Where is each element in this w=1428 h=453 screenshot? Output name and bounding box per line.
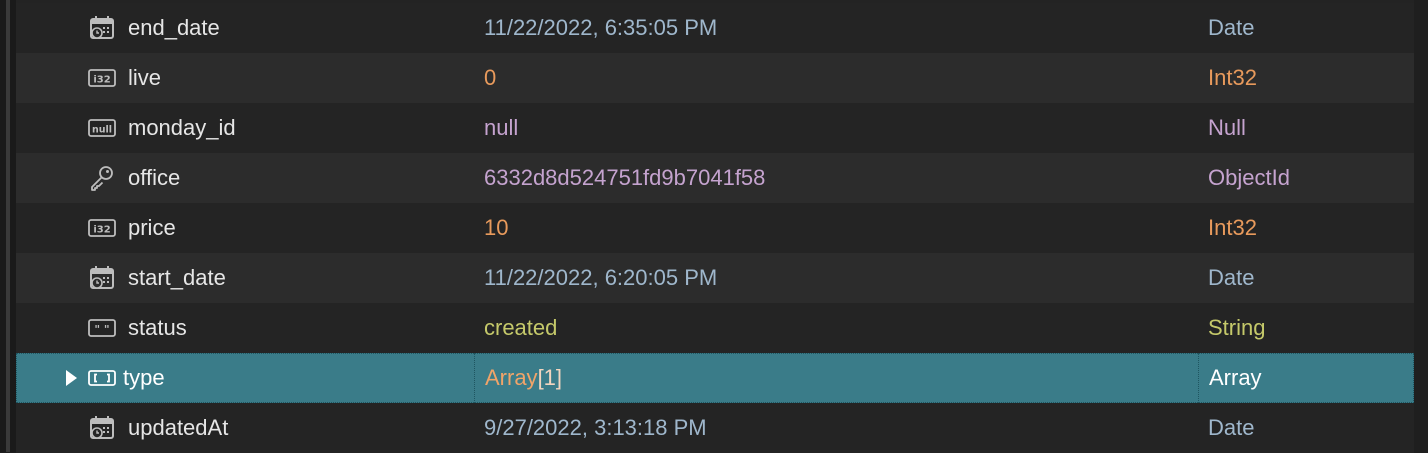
field-value[interactable]: Array [1] [474, 353, 1209, 403]
table-row[interactable]: start_date 11/22/2022, 6:20:05 PM Date [16, 253, 1414, 303]
field-key-cell: start_date [16, 253, 474, 303]
field-type[interactable]: String [1198, 303, 1424, 353]
field-value[interactable]: 0 [474, 53, 1208, 103]
right-edge [1414, 0, 1428, 452]
field-key: live [128, 65, 162, 90]
expand-arrow-icon[interactable] [66, 370, 77, 386]
table-row[interactable]: " " status created String [16, 303, 1414, 353]
field-key: status [128, 315, 187, 340]
key-icon [88, 164, 116, 192]
field-type[interactable]: Array [1198, 353, 1425, 403]
field-type[interactable]: Date [1198, 3, 1424, 53]
field-table: end_date 11/22/2022, 6:35:05 PM Date i32… [16, 3, 1414, 453]
field-type[interactable]: Int32 [1198, 203, 1424, 253]
svg-text:i32: i32 [93, 225, 110, 236]
field-key-cell: end_date [16, 3, 474, 53]
svg-text:null: null [92, 125, 112, 136]
field-key-cell: i32 live [16, 53, 474, 103]
field-key-cell: office [16, 153, 474, 203]
field-key: type [123, 365, 165, 390]
table-row[interactable]: i32 price 10 Int32 [16, 203, 1414, 253]
array-label: Array [485, 365, 538, 390]
field-value[interactable]: 6332d8d524751fd9b7041f58 [474, 153, 1208, 203]
field-key: updatedAt [128, 415, 229, 440]
svg-text:" ": " " [94, 323, 109, 336]
field-value[interactable]: 11/22/2022, 6:20:05 PM [474, 253, 1208, 303]
array-count: [1] [537, 365, 563, 390]
table-row-selected[interactable]: type Array [1] Array [16, 353, 1414, 403]
table-row[interactable]: office 6332d8d524751fd9b7041f58 ObjectId [16, 153, 1414, 203]
table-row[interactable]: i32 live 0 Int32 [16, 53, 1414, 103]
int32-icon: i32 [88, 214, 116, 242]
calendar-icon [88, 264, 116, 292]
field-key: start_date [128, 265, 226, 290]
array-icon [88, 364, 116, 392]
field-value[interactable]: created [474, 303, 1208, 353]
field-key: office [128, 165, 181, 190]
table-row[interactable]: end_date 11/22/2022, 6:35:05 PM Date [16, 3, 1414, 53]
field-type[interactable]: ObjectId [1198, 153, 1424, 203]
field-type[interactable]: Null [1198, 103, 1424, 153]
field-key: monday_id [128, 115, 236, 140]
field-key: price [128, 215, 176, 240]
string-icon: " " [88, 314, 116, 342]
field-key-cell: updatedAt [16, 403, 474, 453]
field-type[interactable]: Int32 [1198, 53, 1424, 103]
field-type[interactable]: Date [1198, 403, 1424, 453]
table-row[interactable]: updatedAt 9/27/2022, 3:13:18 PM Date [16, 403, 1414, 453]
field-type[interactable]: Date [1198, 253, 1424, 303]
calendar-icon [88, 14, 116, 42]
field-value[interactable]: 9/27/2022, 3:13:18 PM [474, 403, 1208, 453]
null-icon: null [88, 114, 116, 142]
field-value[interactable]: 10 [474, 203, 1208, 253]
field-key-cell: type [16, 353, 474, 403]
table-row[interactable]: null monday_id null Null [16, 103, 1414, 153]
field-value[interactable]: null [474, 103, 1208, 153]
field-key-cell: " " status [16, 303, 474, 353]
field-key-cell: i32 price [16, 203, 474, 253]
svg-text:i32: i32 [93, 75, 110, 86]
int32-icon: i32 [88, 64, 116, 92]
field-key: end_date [128, 15, 220, 40]
calendar-icon [88, 414, 116, 442]
left-scroll-rail [0, 0, 16, 452]
field-key-cell: null monday_id [16, 103, 474, 153]
document-viewer: end_date 11/22/2022, 6:35:05 PM Date i32… [0, 0, 1428, 453]
field-value[interactable]: 11/22/2022, 6:35:05 PM [474, 3, 1208, 53]
